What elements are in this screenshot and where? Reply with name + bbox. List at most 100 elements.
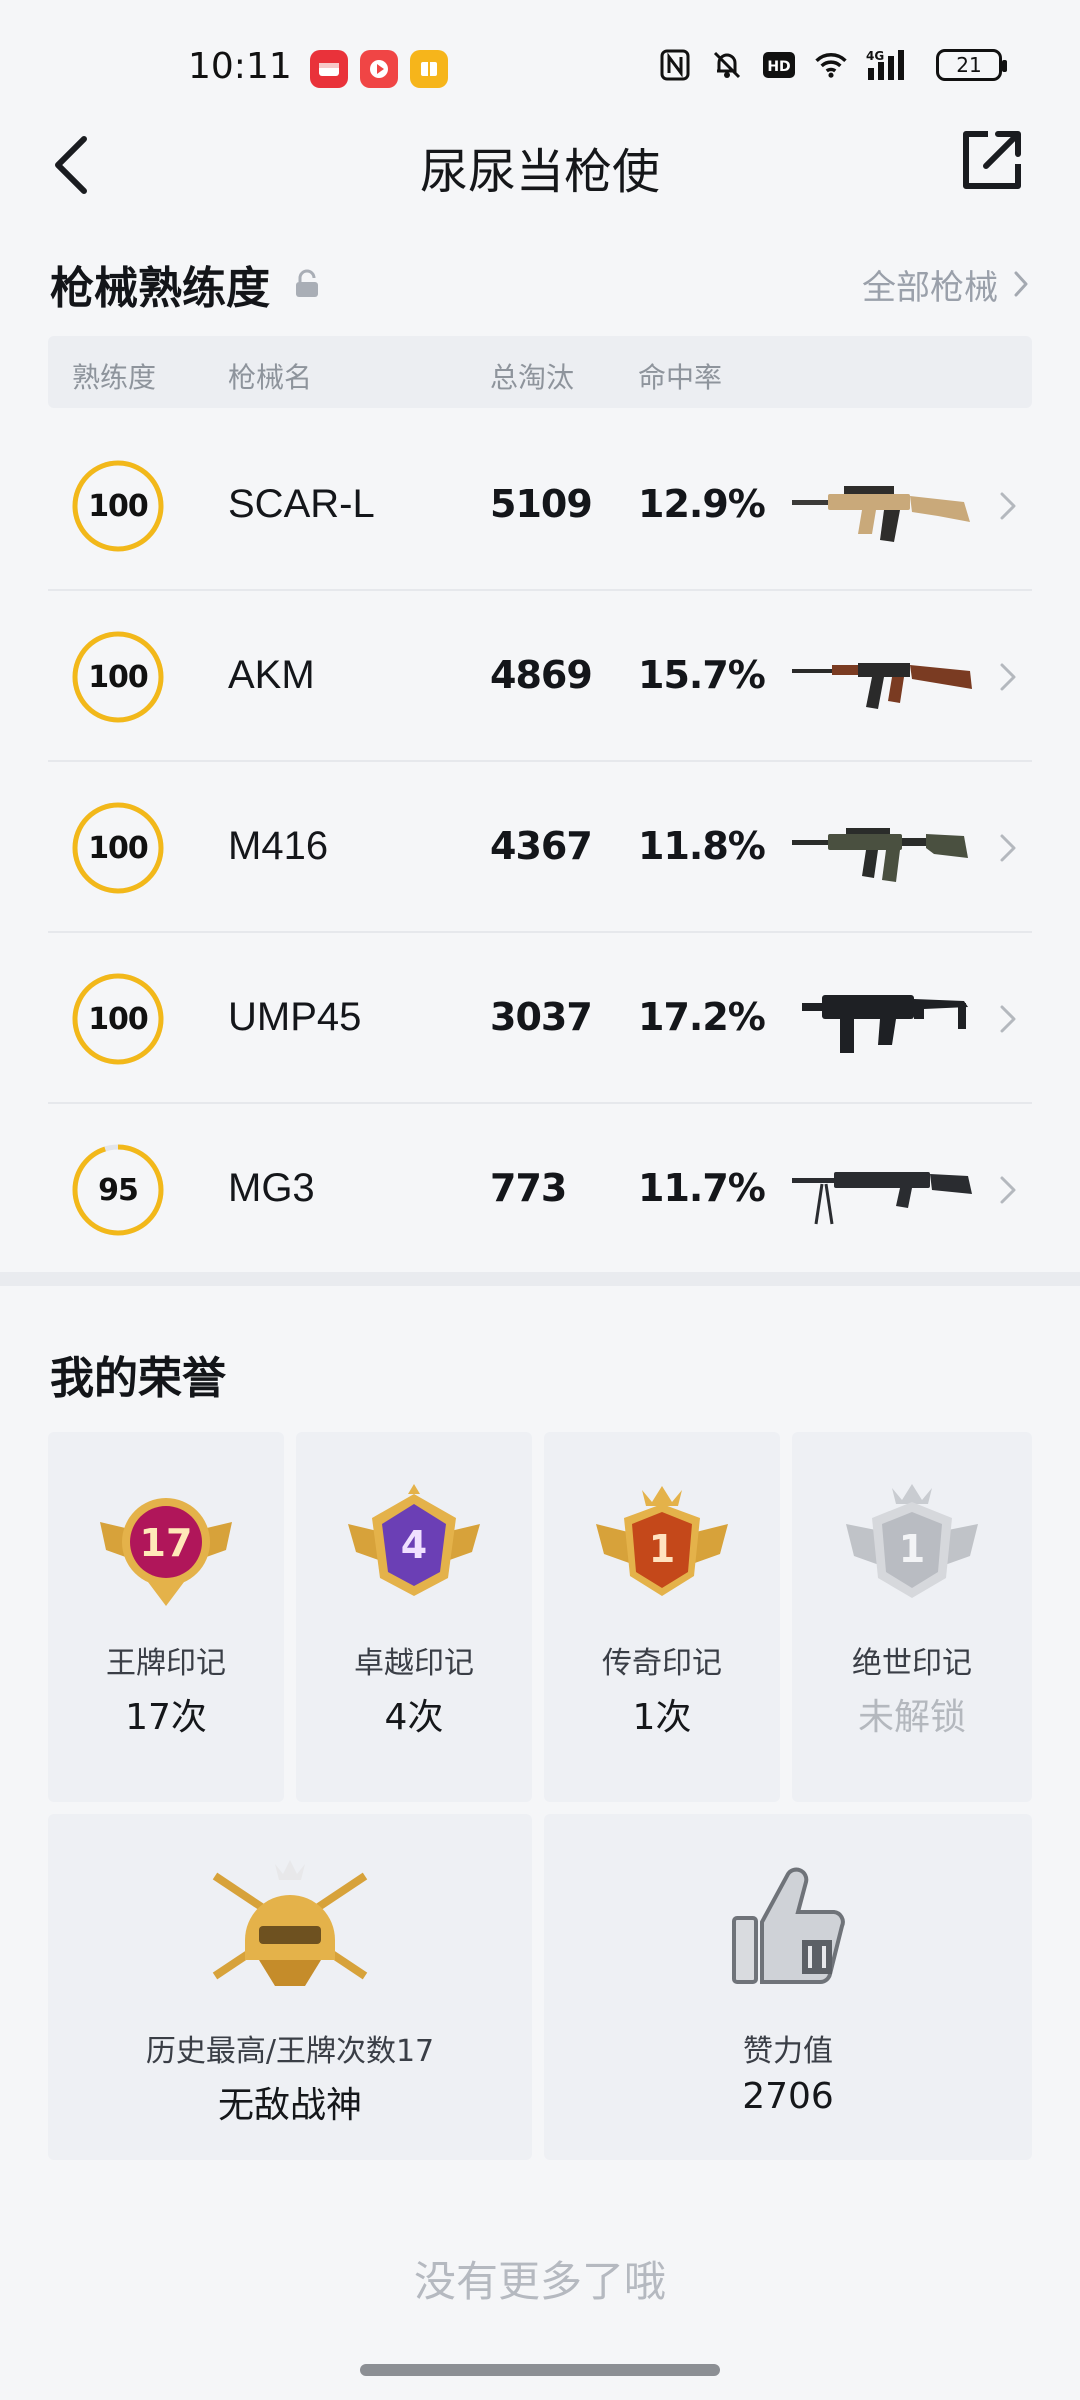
svg-text:4: 4	[401, 1523, 427, 1567]
mastery-section-header: 枪械熟练度 全部枪械	[50, 252, 1030, 316]
ump45-smg-icon	[802, 995, 968, 1053]
gun-name: M416	[228, 824, 329, 868]
hd-icon: HD	[762, 48, 796, 82]
mastery-level: 100	[88, 488, 149, 524]
honors-title: 我的荣誉	[50, 1353, 226, 1404]
svg-text:17: 17	[140, 1521, 193, 1565]
chevron-right-icon	[1000, 834, 1016, 862]
gun-row-mg3[interactable]: 95 MG3 773 11.7%	[48, 1104, 1032, 1275]
chevron-right-icon	[1000, 1176, 1016, 1204]
honor-value: 17次	[125, 1697, 207, 1738]
thumbs-up-icon	[732, 1867, 845, 1984]
svg-text:HD: HD	[767, 59, 790, 75]
no-more-text: 没有更多了哦	[413, 2257, 666, 2306]
honor-value: 4次	[384, 1697, 444, 1738]
status-indicators: HD 4G 21	[658, 48, 1007, 82]
honor-card-ace[interactable]: 17 王牌印记 17次	[48, 1432, 284, 1802]
gun-kills: 773	[490, 1166, 567, 1210]
mastery-title-group: 枪械熟练度	[50, 252, 320, 316]
lock-icon[interactable]	[294, 269, 320, 299]
gun-hit-rate: 17.2%	[638, 995, 766, 1039]
col-hit-rate: 命中率	[638, 361, 723, 394]
gun-name: UMP45	[228, 995, 362, 1039]
chevron-right-icon	[1000, 1005, 1016, 1033]
ace-mark-badge-icon: 17	[100, 1498, 232, 1606]
helmet-badge-icon	[212, 1860, 368, 1986]
gun-hit-rate: 11.8%	[638, 824, 766, 868]
status-time: 10:11	[188, 46, 292, 87]
gun-kills: 4367	[490, 824, 593, 868]
gun-row-m416[interactable]: 100 M416 4367 11.8%	[48, 762, 1032, 933]
honor-card-excellent[interactable]: 4 卓越印记 4次	[296, 1432, 532, 1802]
honors-section-header: 我的荣誉	[50, 1342, 1030, 1406]
gun-name: MG3	[228, 1166, 315, 1210]
honor-card-peerless[interactable]: 1 绝世印记 未解锁	[792, 1432, 1032, 1802]
cell-signal-icon: 4G	[866, 48, 918, 82]
status-app-icons	[310, 50, 448, 88]
honor-card-legend[interactable]: 1 传奇印记 1次	[544, 1432, 780, 1802]
mute-icon	[710, 48, 744, 82]
likes-label: 赞力值	[743, 2034, 833, 2069]
honor-value: 1次	[632, 1697, 692, 1738]
gun-kills: 5109	[490, 482, 593, 526]
wifi-icon	[814, 48, 848, 82]
scar-l-rifle-icon	[792, 486, 970, 542]
gun-hit-rate: 15.7%	[638, 653, 766, 697]
page-title: 尿尿当枪使	[419, 144, 660, 200]
home-indicator[interactable]	[360, 2364, 720, 2376]
share-button[interactable]	[954, 122, 1030, 198]
peerless-mark-badge-icon: 1	[846, 1484, 978, 1598]
mg3-lmg-icon	[792, 1172, 972, 1225]
mastery-level: 100	[88, 1001, 149, 1037]
likes-card[interactable]: 赞力值 2706	[544, 1814, 1032, 2160]
highest-rank-card[interactable]: 历史最高/王牌次数17 无敌战神	[48, 1814, 532, 2160]
chevron-right-icon	[1014, 271, 1028, 297]
col-kills: 总淘汰	[490, 361, 575, 394]
mastery-level: 95	[98, 1172, 139, 1208]
honor-value: 未解锁	[857, 1697, 966, 1738]
honor-label: 绝世印记	[852, 1646, 972, 1681]
all-guns-label: 全部枪械	[862, 267, 998, 308]
akm-rifle-icon	[792, 663, 972, 709]
svg-text:1: 1	[899, 1527, 925, 1571]
likes-value: 2706	[742, 2076, 834, 2117]
battery-level: 21	[956, 53, 982, 77]
honor-label: 卓越印记	[354, 1646, 474, 1681]
app-header: 尿尿当枪使	[0, 110, 1080, 250]
mastery-table-header: 熟练度 枪械名 总淘汰 命中率	[48, 336, 1032, 408]
book-app-icon	[410, 50, 448, 88]
mastery-table: 100 SCAR-L 5109 12.9% 100 AKM 4869 15.7%	[48, 420, 1032, 1275]
section-divider	[0, 1272, 1080, 1286]
mastery-level: 100	[88, 830, 149, 866]
video-app-icon	[360, 50, 398, 88]
nfc-icon	[658, 48, 692, 82]
gun-hit-rate: 12.9%	[638, 482, 766, 526]
mastery-title: 枪械熟练度	[50, 263, 270, 314]
gun-kills: 3037	[490, 995, 593, 1039]
col-mastery: 熟练度	[72, 361, 157, 394]
gun-row-scar-l[interactable]: 100 SCAR-L 5109 12.9%	[48, 420, 1032, 591]
mastery-level: 100	[88, 659, 149, 695]
gun-hit-rate: 11.7%	[638, 1166, 766, 1210]
legend-mark-badge-icon: 1	[596, 1486, 728, 1596]
svg-text:1: 1	[649, 1527, 675, 1571]
col-gun-name: 枪械名	[228, 361, 313, 394]
highest-rank-value: 无敌战神	[217, 2085, 362, 2126]
share-icon	[963, 131, 1021, 189]
battery-icon: 21	[936, 49, 1007, 81]
honor-label: 王牌印记	[106, 1646, 226, 1681]
gun-row-ump45[interactable]: 100 UMP45 3037 17.2%	[48, 933, 1032, 1104]
gun-kills: 4869	[490, 653, 593, 697]
gun-name: AKM	[228, 653, 315, 697]
chevron-right-icon	[1000, 663, 1016, 691]
chevron-right-icon	[1000, 492, 1016, 520]
svg-text:4G: 4G	[866, 49, 884, 63]
gun-row-akm[interactable]: 100 AKM 4869 15.7%	[48, 591, 1032, 762]
all-guns-link[interactable]: 全部枪械	[862, 260, 1030, 309]
excellent-mark-badge-icon: 4	[348, 1484, 480, 1596]
m416-rifle-icon	[792, 828, 968, 882]
notification-app-icon	[310, 50, 348, 88]
gun-name: SCAR-L	[228, 482, 375, 526]
honor-label: 传奇印记	[602, 1646, 722, 1681]
highest-rank-label: 历史最高/王牌次数17	[145, 2034, 435, 2069]
